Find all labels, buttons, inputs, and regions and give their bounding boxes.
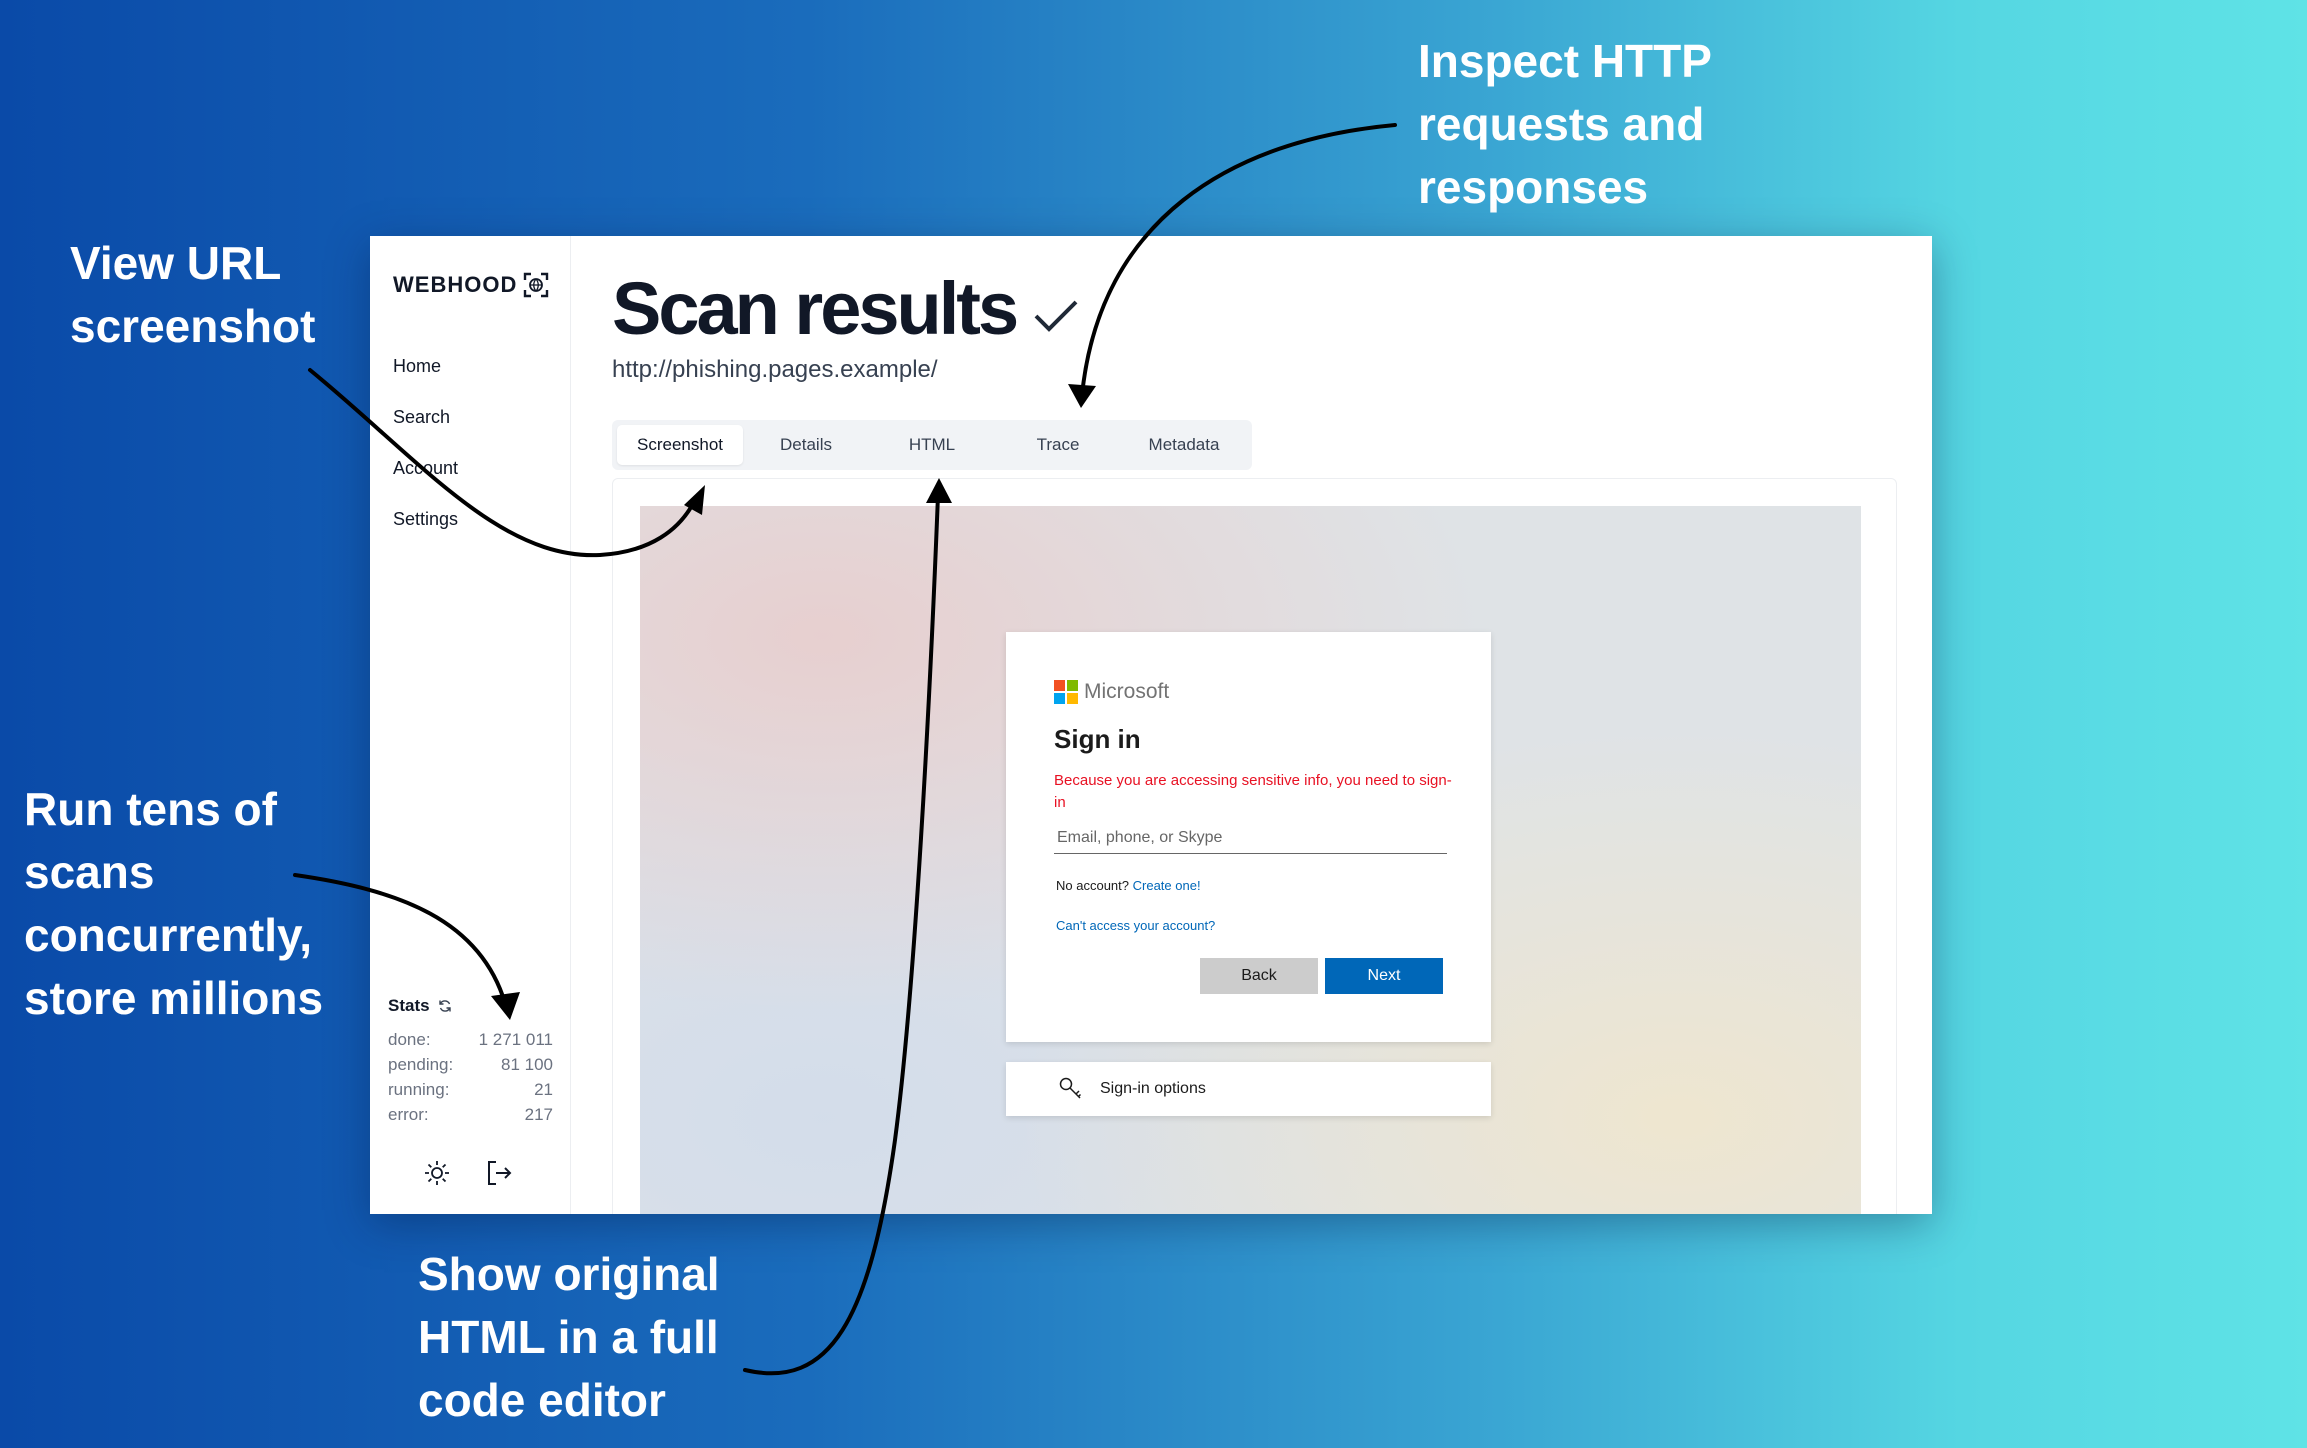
stat-value: 217 [524,1105,553,1124]
stats-header: Stats [388,996,553,1016]
sidebar: WEBHOOD Home Search Account Settings Sta… [370,236,571,1214]
logo-text: WEBHOOD [393,272,518,297]
sidebar-footer [422,1158,514,1188]
refresh-icon[interactable] [438,999,452,1013]
microsoft-logo: Microsoft [1054,680,1169,704]
stat-value: 81 100 [501,1055,553,1074]
callout-run-scans: Run tens of scans concurrently, store mi… [24,783,324,1024]
signin-options-button[interactable]: Sign-in options [1006,1062,1491,1116]
sidebar-item-account[interactable]: Account [393,456,458,507]
back-button[interactable]: Back [1200,958,1318,994]
stat-label: running: [388,1080,450,1099]
stat-label: pending: [388,1055,454,1074]
title-row: Scan results [612,266,1080,351]
scanned-url[interactable]: http://phishing.pages.example/ [612,356,938,384]
tab-bar: Screenshot Details HTML Trace Metadata [612,420,1252,470]
tab-metadata[interactable]: Metadata [1121,425,1247,465]
microsoft-squares-icon [1054,680,1078,704]
app-window: WEBHOOD Home Search Account Settings Sta… [370,236,1932,1214]
stats-title: Stats [388,996,430,1015]
key-icon [1059,1077,1082,1099]
main-content: Scan results http://phishing.pages.examp… [612,236,1932,1214]
stat-value: 1 271 011 [478,1030,553,1049]
globe-icon [524,272,549,298]
page-title: Scan results [612,267,1019,350]
stat-value: 21 [534,1080,553,1099]
tab-trace[interactable]: Trace [995,425,1121,465]
stats-panel: Stats done: 1 271 011 pending: 81 100 ru… [388,996,553,1130]
signin-options-label: Sign-in options [1100,1080,1206,1097]
next-button[interactable]: Next [1325,958,1443,994]
tab-html[interactable]: HTML [869,425,995,465]
create-account-link[interactable]: Create one! [1133,878,1201,893]
signin-heading: Sign in [1054,724,1141,754]
signin-warning: Because you are accessing sensitive info… [1054,772,1452,811]
sidebar-item-settings[interactable]: Settings [393,507,458,558]
callout-show-html: Show original HTML in a full code editor [418,1248,720,1426]
stat-row-error: error: 217 [388,1105,553,1130]
email-field[interactable]: Email, phone, or Skype [1054,822,1447,854]
stat-label: done: [388,1030,431,1049]
tab-details[interactable]: Details [743,425,869,465]
logout-button[interactable] [484,1158,514,1188]
check-icon [1034,300,1078,332]
callout-inspect-http: Inspect HTTP requests and responses [1418,35,1712,213]
stat-row-pending: pending: 81 100 [388,1055,553,1080]
cant-access-link[interactable]: Can't access your account? [1056,918,1215,933]
sidebar-item-home[interactable]: Home [393,354,458,405]
sun-icon [425,1161,449,1185]
signin-card: Microsoft Sign in Because you are access… [1006,632,1491,1042]
url-screenshot[interactable]: Microsoft Sign in Because you are access… [640,506,1861,1214]
no-account-line: No account? Create one! [1056,878,1201,893]
no-account-text: No account? [1056,878,1129,893]
tab-screenshot[interactable]: Screenshot [617,425,743,465]
stat-row-done: done: 1 271 011 [388,1030,553,1055]
logout-icon [488,1161,512,1185]
theme-toggle-button[interactable] [422,1158,452,1188]
stat-label: error: [388,1105,429,1124]
stat-row-running: running: 21 [388,1080,553,1105]
brand-name: Microsoft [1084,680,1170,703]
sidebar-nav: Home Search Account Settings [393,354,458,558]
callout-view-screenshot: View URL screenshot [70,237,316,352]
logo[interactable]: WEBHOOD [393,272,549,298]
sidebar-item-search[interactable]: Search [393,405,458,456]
